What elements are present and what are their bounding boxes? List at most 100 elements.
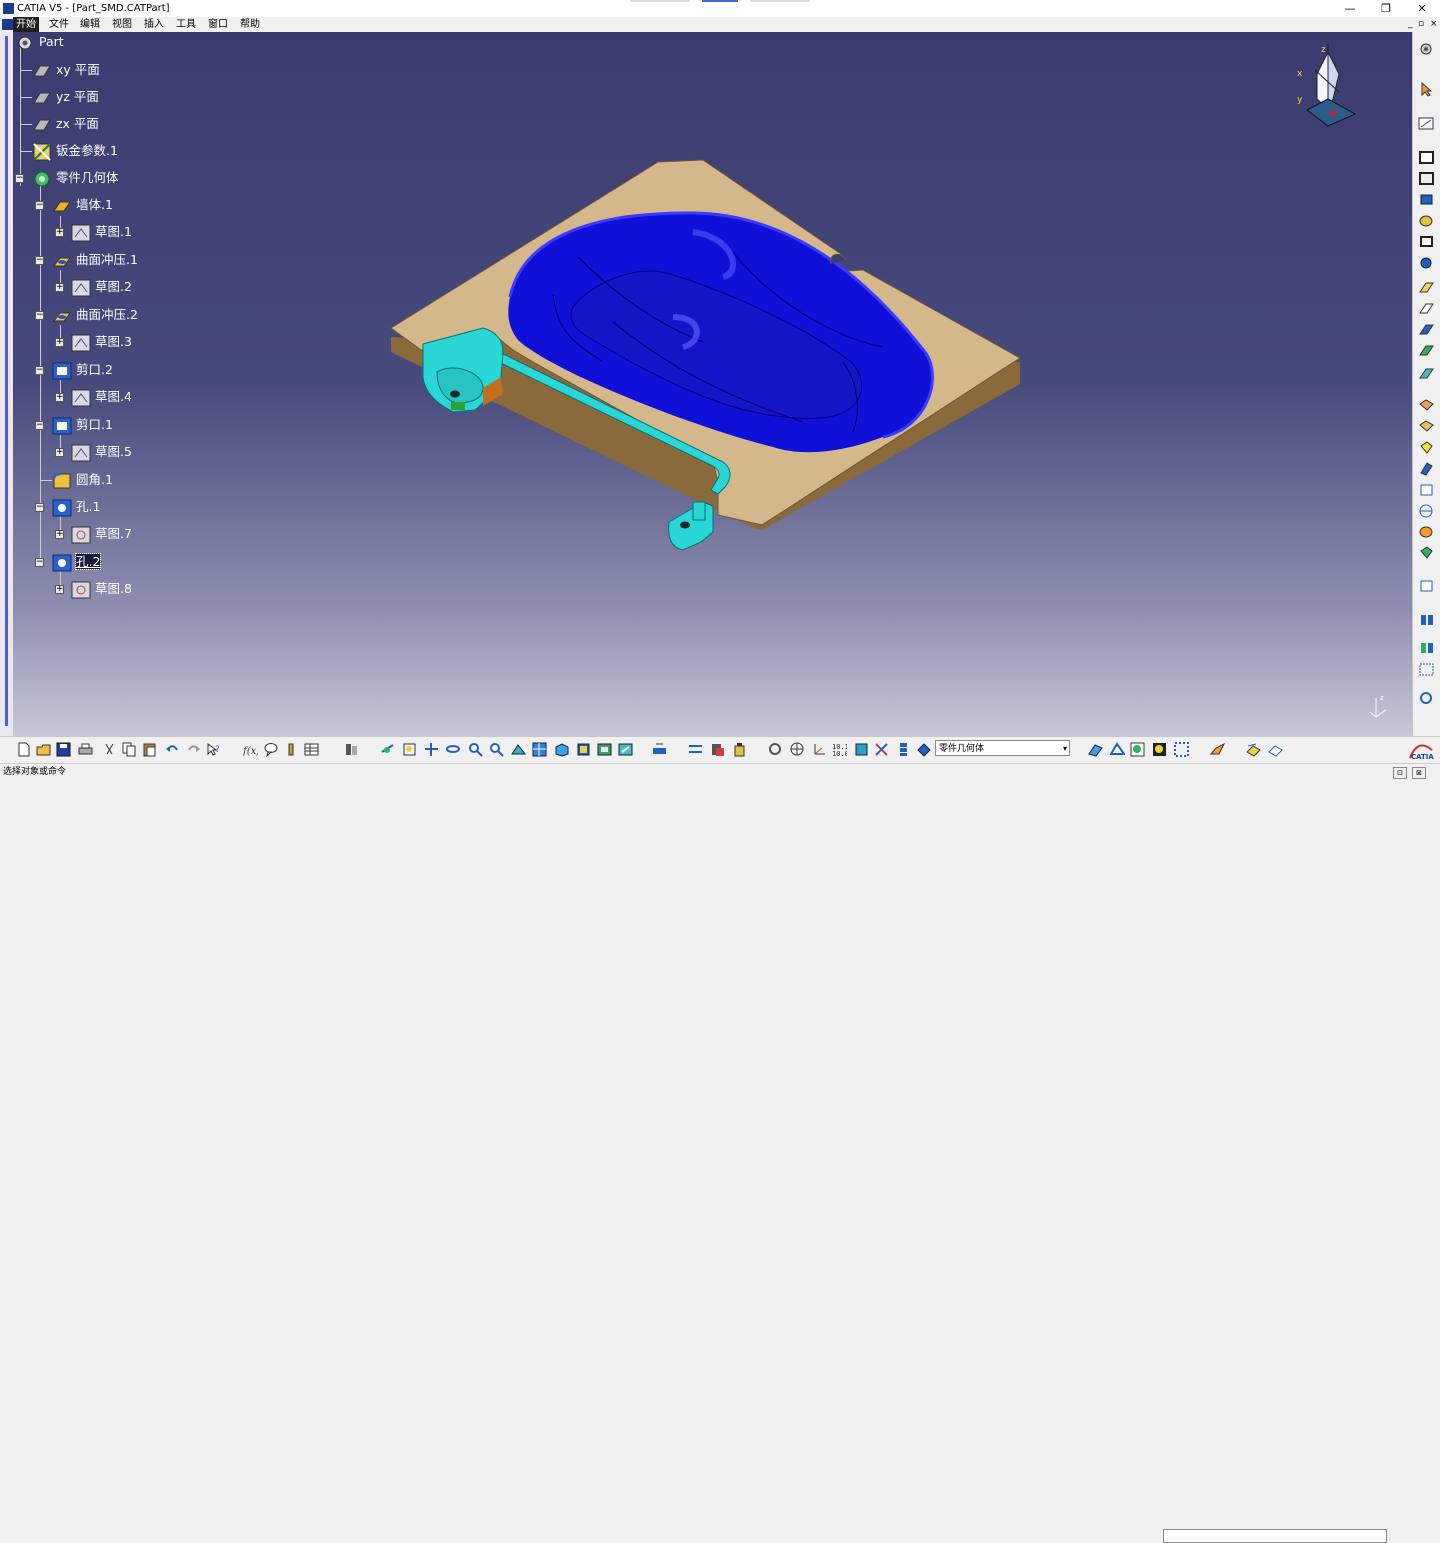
bend-icon[interactable] [1418, 280, 1435, 295]
scan-icon[interactable] [916, 742, 931, 757]
tree-item-sketch-1[interactable]: 草图.1 [71, 222, 132, 242]
tree-root-part[interactable]: Part [15, 32, 64, 52]
doc-restore-button[interactable]: ▫ [1418, 17, 1424, 32]
tree-item-zx-plane[interactable]: zx 平面 [32, 114, 99, 134]
user-pattern-icon[interactable] [1418, 690, 1435, 705]
menu-file[interactable]: 文件 [46, 17, 72, 32]
unfolding-icon[interactable] [1418, 301, 1435, 316]
sketcher-icon[interactable] [1418, 116, 1435, 131]
whats-this-icon[interactable]: ? [206, 742, 221, 757]
rotate-icon[interactable] [446, 742, 461, 757]
tree-collapse-toggle[interactable]: − [35, 201, 44, 210]
fly-icon[interactable] [380, 742, 395, 757]
table-icon[interactable] [304, 742, 319, 757]
open-icon[interactable] [36, 742, 51, 757]
copy-icon[interactable] [122, 742, 137, 757]
circular-stamp-icon[interactable] [1418, 524, 1435, 539]
tree-item-surface-stamp-2[interactable]: 曲面冲压.2 [52, 305, 138, 325]
bottle-icon[interactable] [732, 742, 747, 757]
menu-tools[interactable]: 工具 [173, 17, 199, 32]
tree-item-surface-stamp-1[interactable]: 曲面冲压.1 [52, 250, 138, 270]
shading-icon[interactable] [576, 742, 591, 757]
3d-viewport[interactable]: z x y z Part xy 平面 yz 平面 zx 平面 钣金参数.1 − … [13, 32, 1412, 736]
restore-button[interactable]: ❐ [1366, 0, 1406, 17]
new-icon[interactable] [16, 742, 31, 757]
extrusion-icon[interactable] [1418, 234, 1435, 249]
inertia-icon[interactable] [688, 742, 703, 757]
tree-collapse-toggle[interactable]: − [35, 256, 44, 265]
flanged-hole-icon[interactable] [1418, 503, 1435, 518]
stop-icon[interactable]: ⊠ [1412, 767, 1426, 779]
cut-icon[interactable] [102, 742, 117, 757]
power-input-icon[interactable]: ⊡ [1393, 767, 1407, 779]
tree-collapse-toggle[interactable]: − [35, 503, 44, 512]
swept-walls-icon[interactable] [1418, 255, 1435, 270]
tree-expand-toggle[interactable]: + [55, 530, 64, 539]
tree-item-sketch-2[interactable]: 草图.2 [71, 277, 132, 297]
undo-icon[interactable] [165, 742, 180, 757]
unfold-icon[interactable] [1174, 742, 1189, 757]
analysis-icon[interactable] [710, 742, 725, 757]
tree-item-hole-1[interactable]: 孔.1 [52, 497, 100, 517]
tree-item-wall-1[interactable]: 墙体.1 [52, 195, 113, 215]
minimize-button[interactable]: — [1330, 0, 1370, 17]
constraint-icon[interactable] [874, 742, 889, 757]
zoom-in-icon[interactable] [468, 742, 483, 757]
tree-collapse-toggle[interactable]: − [15, 174, 24, 183]
part-geometry[interactable] [13, 32, 1412, 736]
compass[interactable]: z x y [1293, 44, 1363, 134]
tree-item-fillet-1[interactable]: 圆角.1 [52, 470, 113, 490]
bead-icon[interactable] [1418, 419, 1435, 434]
doc-minimize-button[interactable]: _ [1408, 17, 1413, 32]
document-icon[interactable] [2, 19, 13, 30]
louver-icon[interactable] [1418, 461, 1435, 476]
tree-expand-toggle[interactable]: + [55, 585, 64, 594]
tree-expand-toggle[interactable]: + [55, 448, 64, 457]
tree-item-yz-plane[interactable]: yz 平面 [32, 87, 99, 107]
flanged-cutout-icon[interactable] [1418, 440, 1435, 455]
bridge-icon[interactable] [1418, 482, 1435, 497]
multi-view-icon[interactable] [532, 742, 547, 757]
catalog-icon[interactable] [344, 742, 359, 757]
tree-item-sketch-8[interactable]: 草图.8 [71, 579, 132, 599]
print-icon[interactable] [78, 742, 93, 757]
tree-item-cutout-1[interactable]: 剪口.1 [52, 415, 113, 435]
tree-expand-toggle[interactable]: + [55, 338, 64, 347]
tree-splitter[interactable] [0, 32, 14, 736]
measure-icon[interactable] [652, 742, 667, 757]
formula-icon[interactable]: f(x) [242, 742, 260, 757]
tree-item-cutout-2[interactable]: 剪口.2 [52, 360, 113, 380]
wall-icon[interactable] [1109, 742, 1126, 757]
normal-view-icon[interactable] [511, 742, 527, 757]
bend-icon[interactable] [1152, 742, 1167, 757]
fit-all-icon[interactable] [402, 742, 417, 757]
tree-item-part-body[interactable]: 零件几何体 [32, 168, 119, 188]
menu-start[interactable]: 开始 [13, 17, 39, 32]
3d-axis-icon[interactable] [812, 742, 827, 757]
tree-item-xy-plane[interactable]: xy 平面 [32, 60, 100, 80]
tree-item-sketch-5[interactable]: 草图.5 [71, 442, 132, 462]
corner-relief-icon[interactable] [1418, 612, 1435, 627]
redo-icon[interactable] [186, 742, 201, 757]
tree-collapse-toggle[interactable]: − [35, 311, 44, 320]
command-input[interactable] [1163, 1529, 1387, 1543]
stamping-icon[interactable] [1418, 366, 1435, 381]
menu-insert[interactable]: 插入 [141, 17, 167, 32]
menu-window[interactable]: 窗口 [205, 17, 231, 32]
hole-icon[interactable] [1418, 343, 1435, 358]
pattern-icon[interactable] [1418, 578, 1435, 593]
menu-help[interactable]: 帮助 [237, 17, 263, 32]
swap-space-icon[interactable] [618, 742, 633, 757]
chamfer-icon[interactable] [1418, 640, 1435, 655]
tree-item-hole-2[interactable]: 孔.2 [52, 552, 102, 572]
tree-collapse-toggle[interactable]: − [35, 558, 44, 567]
analysis-icon[interactable] [1246, 742, 1261, 757]
stiffening-rib-icon[interactable] [1418, 545, 1435, 560]
current-body-select[interactable]: 零件几何体 ▾ [935, 740, 1070, 756]
save-icon[interactable] [56, 742, 71, 757]
tree-expand-toggle[interactable]: + [55, 228, 64, 237]
numeric-icon[interactable]: 10.1 10.0 [832, 742, 849, 758]
update-icon[interactable] [768, 742, 783, 757]
knowledge-icon[interactable] [284, 742, 299, 757]
tree-item-sketch-3[interactable]: 草图.3 [71, 332, 132, 352]
